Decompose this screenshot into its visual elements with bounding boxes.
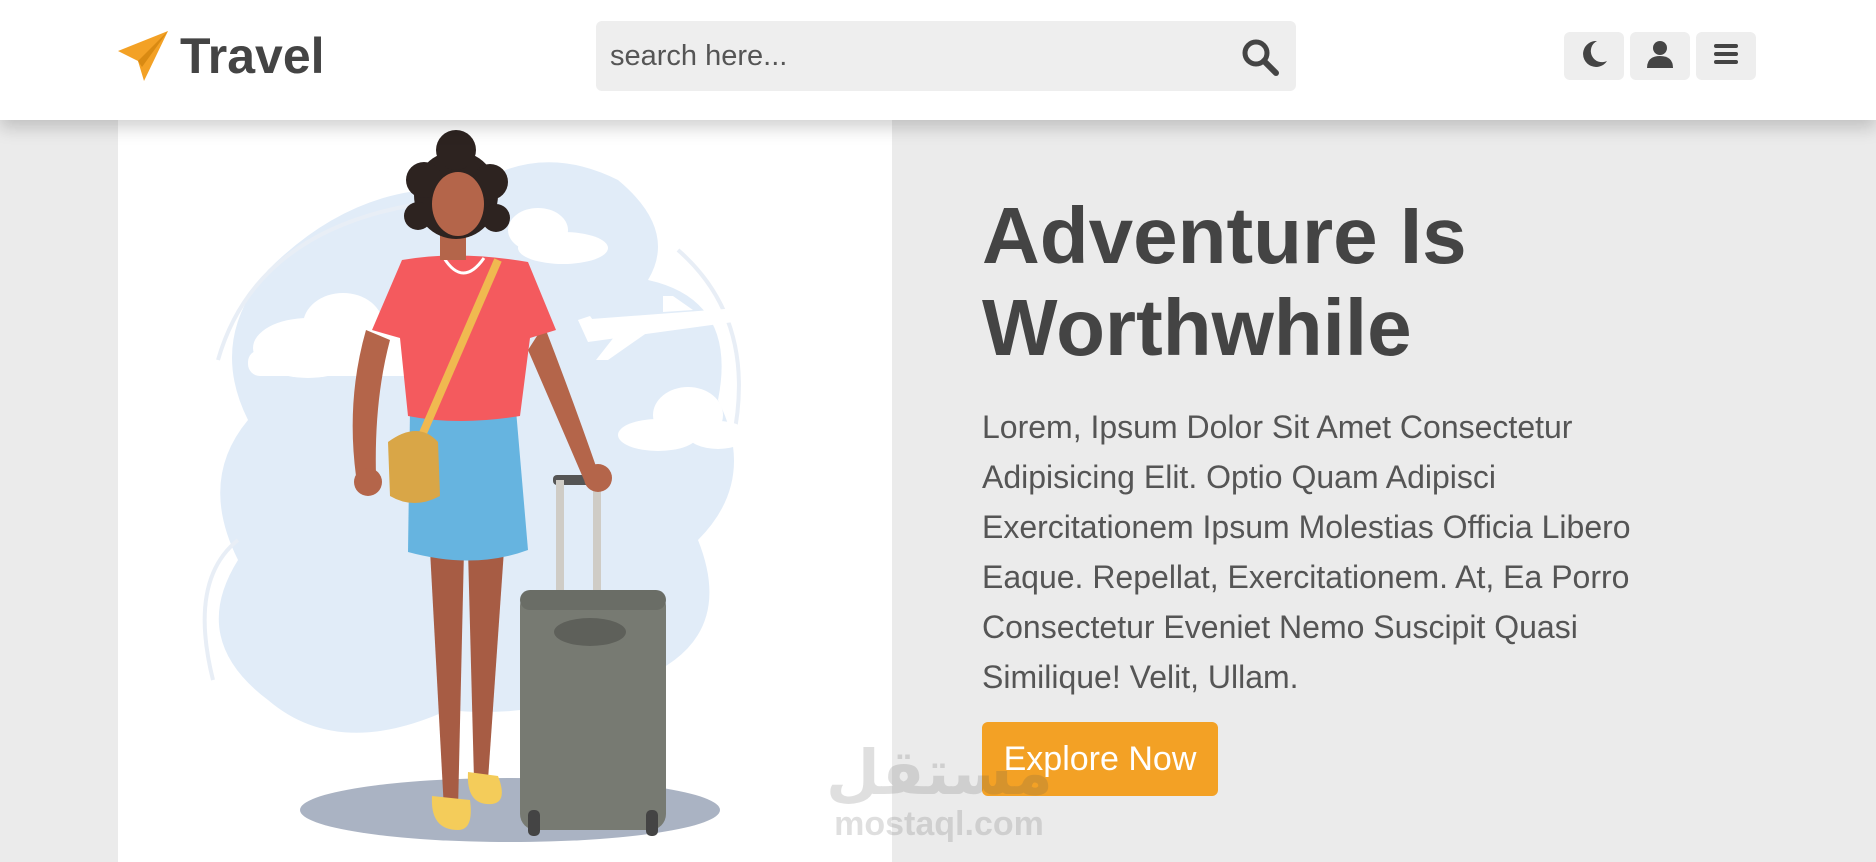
page: Travel search here... Adventure Is Worth…	[0, 0, 1876, 862]
search-form	[596, 21, 1296, 91]
hero-illustration	[118, 120, 892, 862]
paper-plane-icon	[116, 29, 170, 83]
logo-text: Travel	[180, 28, 325, 84]
menu-button[interactable]	[1696, 32, 1756, 80]
user-icon	[1645, 39, 1675, 74]
hero-content: Adventure Is Worthwhile Lorem, Ipsum Dol…	[982, 190, 1702, 796]
hero-description: Lorem, Ipsum Dolor Sit Amet Consectetur …	[982, 409, 1631, 695]
header-icons	[1564, 32, 1756, 80]
theme-toggle-button[interactable]	[1564, 32, 1624, 80]
logo-link[interactable]: Travel	[116, 24, 325, 88]
hero-title: Adventure Is Worthwhile	[982, 191, 1467, 372]
explore-now-button[interactable]: Explore Now	[982, 722, 1218, 796]
woman-with-suitcase-illustration	[202, 130, 752, 842]
search-input[interactable]	[610, 21, 1210, 91]
bars-icon	[1711, 39, 1741, 74]
header: Travel	[0, 0, 1876, 120]
user-button[interactable]	[1630, 32, 1690, 80]
search-icon[interactable]	[1238, 35, 1282, 79]
moon-icon	[1579, 39, 1609, 74]
